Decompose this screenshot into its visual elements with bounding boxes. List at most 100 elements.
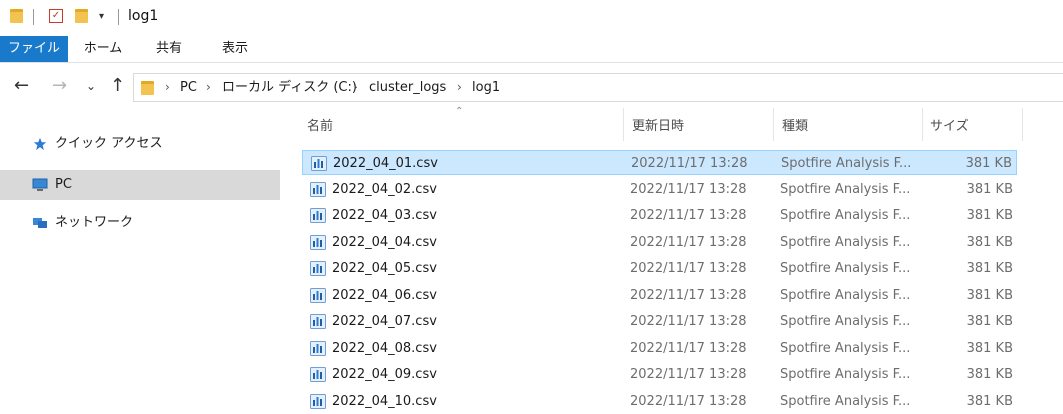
recent-locations-chevron-icon[interactable]: ⌄ — [86, 79, 96, 93]
file-modified-date: 2022/11/17 13:28 — [630, 288, 747, 303]
file-name: 2022_04_02.csv — [332, 182, 437, 197]
file-modified-date: 2022/11/17 13:28 — [630, 341, 747, 356]
column-header-name[interactable]: 名前 — [307, 113, 333, 141]
file-name: 2022_04_06.csv — [332, 288, 437, 303]
navigation-pane: クイック アクセス PC ネットワーク — [0, 113, 282, 413]
breadcrumb-separator[interactable]: › — [165, 74, 170, 101]
address-row: ← → ⌄ ↑ › PC › ローカル ディスク (C:) › cluster_… — [0, 63, 1063, 113]
file-row[interactable]: 2022_04_05.csv 2022/11/17 13:28 Spotfire A… — [302, 256, 1017, 281]
file-type: Spotfire Analysis F... — [781, 156, 911, 171]
file-type: Spotfire Analysis F... — [780, 288, 910, 303]
file-size: 381 KB — [966, 288, 1013, 303]
spotfire-file-icon — [310, 341, 326, 356]
spotfire-file-icon — [310, 288, 326, 303]
file-row[interactable]: 2022_04_02.csv 2022/11/17 13:28 Spotfire A… — [302, 177, 1017, 202]
column-divider[interactable] — [773, 108, 774, 141]
file-type: Spotfire Analysis F... — [780, 261, 910, 276]
file-row[interactable]: 2022_04_07.csv 2022/11/17 13:28 Spotfire A… — [302, 309, 1017, 334]
file-row[interactable]: 2022_04_08.csv 2022/11/17 13:28 Spotfire A… — [302, 336, 1017, 361]
column-header-size[interactable]: サイズ — [930, 113, 969, 141]
column-divider[interactable] — [1022, 108, 1023, 141]
spotfire-file-icon — [310, 182, 326, 197]
file-size: 381 KB — [966, 208, 1013, 223]
spotfire-file-icon — [311, 156, 327, 171]
column-divider[interactable] — [922, 108, 923, 141]
spotfire-file-icon — [310, 235, 326, 250]
file-type: Spotfire Analysis F... — [780, 208, 910, 223]
file-row[interactable]: 2022_04_04.csv 2022/11/17 13:28 Spotfire A… — [302, 230, 1017, 255]
file-modified-date: 2022/11/17 13:28 — [630, 367, 747, 382]
file-size: 381 KB — [966, 394, 1013, 409]
file-size: 381 KB — [966, 314, 1013, 329]
file-name: 2022_04_10.csv — [332, 394, 437, 409]
sidebar-item-label: ネットワーク — [55, 215, 134, 230]
forward-button[interactable]: → — [52, 75, 67, 96]
file-type: Spotfire Analysis F... — [780, 314, 910, 329]
file-size: 381 KB — [965, 156, 1012, 171]
file-row[interactable]: 2022_04_03.csv 2022/11/17 13:28 Spotfire A… — [302, 203, 1017, 228]
spotfire-file-icon — [310, 394, 326, 409]
breadcrumb-log1[interactable]: log1 — [472, 74, 500, 101]
file-size: 381 KB — [966, 235, 1013, 250]
file-name: 2022_04_07.csv — [332, 314, 437, 329]
computer-icon — [32, 178, 48, 191]
sidebar-item-network[interactable]: ネットワーク — [0, 208, 280, 238]
star-icon — [33, 137, 47, 151]
back-button[interactable]: ← — [14, 75, 29, 96]
file-size: 381 KB — [966, 341, 1013, 356]
file-row[interactable]: 2022_04_01.csv 2022/11/17 13:28 Spotfire A… — [302, 150, 1017, 175]
file-modified-date: 2022/11/17 13:28 — [630, 235, 747, 250]
breadcrumb-separator[interactable]: › — [206, 74, 211, 101]
file-modified-date: 2022/11/17 13:28 — [631, 156, 748, 171]
chevron-down-icon[interactable]: ▾ — [99, 11, 104, 22]
sidebar-item-pc[interactable]: PC — [0, 170, 280, 200]
tab-file[interactable]: ファイル — [0, 36, 68, 62]
tab-home[interactable]: ホーム — [74, 36, 132, 62]
file-row[interactable]: 2022_04_10.csv 2022/11/17 13:28 Spotfire A… — [302, 389, 1017, 414]
breadcrumb-local-disk[interactable]: ローカル ディスク (C:) — [222, 74, 357, 101]
spotfire-file-icon — [310, 208, 326, 223]
file-modified-date: 2022/11/17 13:28 — [630, 261, 747, 276]
file-name: 2022_04_01.csv — [333, 156, 438, 171]
column-divider[interactable] — [623, 108, 624, 141]
file-size: 381 KB — [966, 261, 1013, 276]
file-name: 2022_04_04.csv — [332, 235, 437, 250]
file-modified-date: 2022/11/17 13:28 — [630, 314, 747, 329]
file-type: Spotfire Analysis F... — [780, 182, 910, 197]
window-title: log1 — [128, 8, 159, 24]
sidebar-item-label: PC — [55, 177, 72, 192]
spotfire-file-icon — [310, 314, 326, 329]
spotfire-file-icon — [310, 261, 326, 276]
column-header-date[interactable]: 更新日時 — [632, 113, 684, 141]
file-size: 381 KB — [966, 367, 1013, 382]
file-type: Spotfire Analysis F... — [780, 394, 910, 409]
breadcrumb-separator[interactable]: › — [353, 74, 358, 101]
spotfire-file-icon — [310, 367, 326, 382]
breadcrumb-cluster-logs[interactable]: cluster_logs — [369, 74, 446, 101]
file-row[interactable]: 2022_04_09.csv 2022/11/17 13:28 Spotfire A… — [302, 362, 1017, 387]
file-size: 381 KB — [966, 182, 1013, 197]
sidebar-item-quick-access[interactable]: クイック アクセス — [0, 129, 280, 159]
file-row[interactable]: 2022_04_06.csv 2022/11/17 13:28 Spotfire A… — [302, 283, 1017, 308]
folder-icon[interactable] — [10, 9, 23, 23]
properties-icon[interactable]: ✓ — [49, 9, 63, 23]
folder-icon — [141, 81, 154, 95]
file-name: 2022_04_08.csv — [332, 341, 437, 356]
title-bar: ✓ ▾ log1 — [0, 0, 1063, 36]
divider — [33, 9, 34, 25]
breadcrumb-separator[interactable]: › — [457, 74, 462, 101]
file-modified-date: 2022/11/17 13:28 — [630, 182, 747, 197]
new-folder-icon[interactable] — [75, 9, 88, 23]
breadcrumb-pc[interactable]: PC — [180, 74, 197, 101]
file-type: Spotfire Analysis F... — [780, 341, 910, 356]
file-modified-date: 2022/11/17 13:28 — [630, 208, 747, 223]
column-header-type[interactable]: 種類 — [782, 113, 808, 141]
file-name: 2022_04_09.csv — [332, 367, 437, 382]
address-bar[interactable]: › PC › ローカル ディスク (C:) › cluster_logs › l… — [133, 73, 1063, 102]
up-button[interactable]: ↑ — [110, 75, 125, 96]
file-type: Spotfire Analysis F... — [780, 235, 910, 250]
tab-share[interactable]: 共有 — [140, 36, 198, 62]
sidebar-item-label: クイック アクセス — [55, 136, 163, 151]
file-name: 2022_04_03.csv — [332, 208, 437, 223]
tab-view[interactable]: 表示 — [206, 36, 264, 62]
